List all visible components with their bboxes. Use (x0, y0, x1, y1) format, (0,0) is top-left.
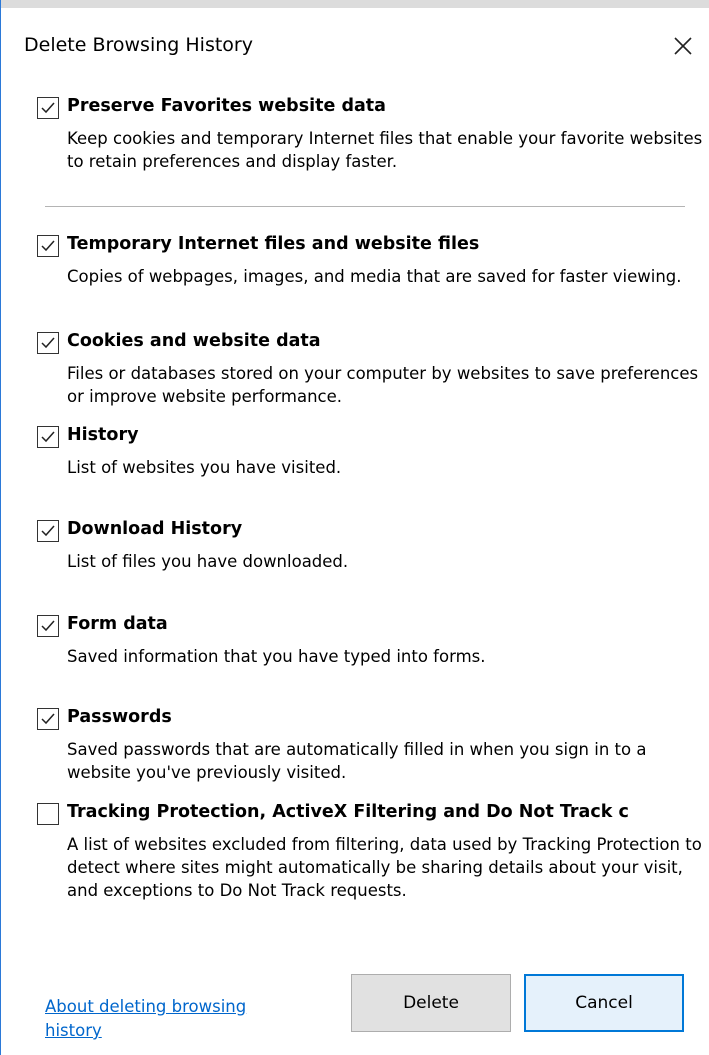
form-data-checkbox[interactable] (37, 615, 59, 637)
temporary-internet-files-checkbox[interactable] (37, 235, 59, 257)
option-description: Saved information that you have typed in… (67, 647, 486, 666)
option-label: Tracking Protection, ActiveX Filtering a… (67, 802, 629, 822)
divider (45, 206, 685, 207)
checkmark-icon (41, 713, 55, 725)
delete-browsing-history-dialog: Delete Browsing History Preserve Favorit… (0, 0, 709, 1055)
tracking-protection-checkbox[interactable] (37, 803, 59, 825)
checkmark-icon (41, 431, 55, 443)
cookies-checkbox[interactable] (37, 332, 59, 354)
checkmark-icon (41, 102, 55, 114)
option-description: Files or databases stored on your comput… (67, 364, 699, 406)
checkmark-icon (41, 620, 55, 632)
cancel-button[interactable]: Cancel (524, 974, 684, 1032)
delete-button[interactable]: Delete (351, 974, 511, 1032)
option-label: History (67, 425, 139, 445)
about-deleting-browsing-history-link[interactable]: About deleting browsing history (45, 995, 285, 1043)
option-label: Passwords (67, 707, 172, 727)
preserve-favorites-checkbox[interactable] (37, 97, 59, 119)
option-label: Download History (67, 519, 243, 539)
option-label: Cookies and website data (67, 331, 321, 351)
close-icon (674, 37, 692, 55)
option-description: A list of websites excluded from filteri… (67, 835, 702, 900)
checkmark-icon (41, 525, 55, 537)
window-top-strip (1, 0, 709, 8)
passwords-checkbox[interactable] (37, 708, 59, 730)
history-checkbox[interactable] (37, 426, 59, 448)
download-history-checkbox[interactable] (37, 520, 59, 542)
option-label: Form data (67, 614, 168, 634)
checkmark-icon (41, 240, 55, 252)
option-description: Keep cookies and temporary Internet file… (67, 129, 703, 171)
option-description: List of websites you have visited. (67, 458, 342, 477)
option-label: Preserve Favorites website data (67, 96, 386, 116)
option-description: List of files you have downloaded. (67, 552, 349, 571)
close-button[interactable] (661, 24, 705, 68)
checkmark-icon (41, 337, 55, 349)
dialog-title: Delete Browsing History (24, 34, 253, 56)
option-description: Copies of webpages, images, and media th… (67, 267, 682, 286)
option-label: Temporary Internet files and website fil… (67, 234, 480, 254)
option-description: Saved passwords that are automatically f… (67, 740, 647, 782)
